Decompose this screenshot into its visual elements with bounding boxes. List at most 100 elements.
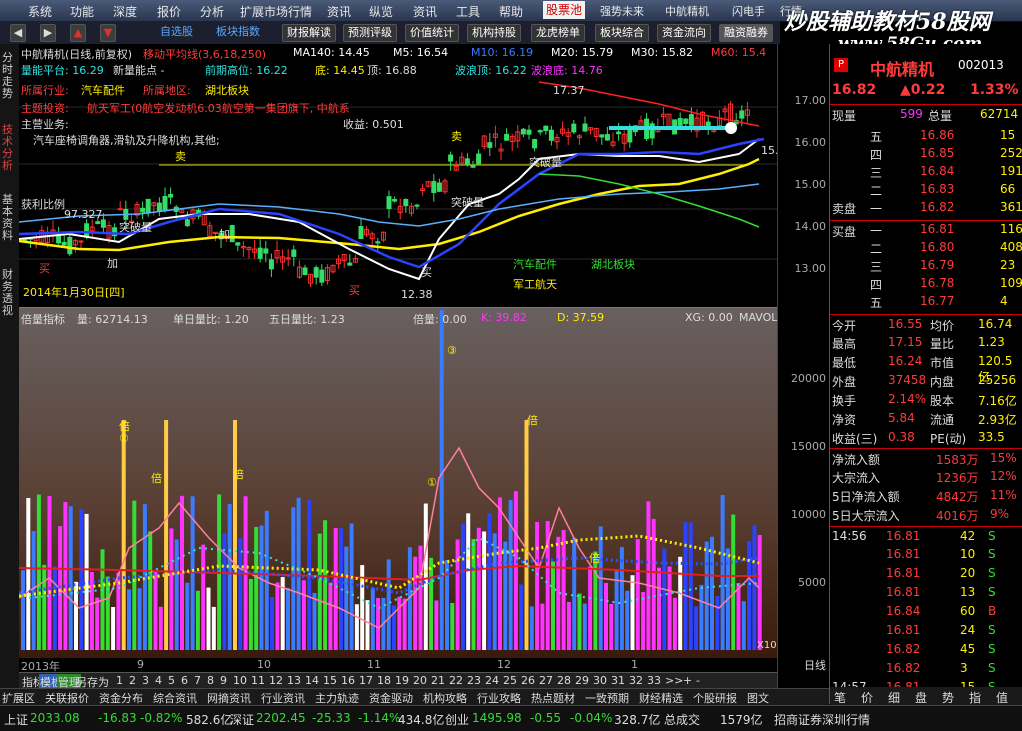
ind-tab-12[interactable]: 9 [219, 674, 228, 687]
ind-tab-22[interactable]: 19 [394, 674, 410, 687]
quote-bottom-tab-2[interactable]: 细 [888, 689, 900, 706]
ind-tab-6[interactable]: 3 [141, 674, 150, 687]
menu-extra-2[interactable]: 中航精机 [665, 3, 709, 19]
menu-info[interactable]: 资讯 [327, 3, 351, 20]
ind-tab-10[interactable]: 7 [193, 674, 202, 687]
quote-bottom-tab-6[interactable]: 值 [996, 689, 1008, 706]
quote-bottom-tab-4[interactable]: 势 [942, 689, 954, 706]
ind-tab-21[interactable]: 18 [376, 674, 392, 687]
toolbar-fund-flow[interactable]: 资金流向 [657, 24, 711, 42]
ind-tab-39[interactable]: - [695, 674, 701, 687]
quote-bottom-tab-1[interactable]: 价 [861, 689, 873, 706]
ind-tab-4[interactable]: 1 [115, 674, 124, 687]
toolbar-sector-index[interactable]: 板块指数 [212, 24, 264, 40]
ind-tab-9[interactable]: 6 [180, 674, 189, 687]
ind-tab-5[interactable]: 2 [128, 674, 137, 687]
bottom-tab-8[interactable]: 机构攻略 [423, 690, 467, 706]
menu-overview[interactable]: 纵览 [369, 3, 393, 20]
ind-tab-20[interactable]: 17 [358, 674, 374, 687]
ind-tab-30[interactable]: 27 [538, 674, 554, 687]
bottom-tab-0[interactable]: 扩展区 [2, 690, 35, 706]
ind-tab-17[interactable]: 14 [304, 674, 320, 687]
bottom-tab-10[interactable]: 热点题材 [531, 690, 575, 706]
toolbar-sector-summary[interactable]: 板块综合 [595, 24, 649, 42]
quote-bottom-tab-3[interactable]: 盘 [915, 689, 927, 706]
ind-tab-7[interactable]: 4 [154, 674, 163, 687]
tab-technical[interactable]: 技术分析 [2, 124, 16, 172]
tab-financials[interactable]: 财务透视 [2, 269, 16, 317]
menu-function[interactable]: 功能 [70, 3, 94, 20]
ind-tab-34[interactable]: 31 [610, 674, 626, 687]
bottom-tab-5[interactable]: 行业资讯 [261, 690, 305, 706]
bottom-tab-3[interactable]: 综合资讯 [153, 690, 197, 706]
ind-tab-13[interactable]: 10 [232, 674, 248, 687]
ind-tab-14[interactable]: 11 [250, 674, 266, 687]
menu-tools[interactable]: 工具 [456, 3, 480, 20]
ind-tab-27[interactable]: 24 [484, 674, 500, 687]
ind-tab-18[interactable]: 15 [322, 674, 338, 687]
kd-k-value: K: 39.82 [481, 311, 527, 324]
ind-tab-29[interactable]: 26 [520, 674, 536, 687]
ind-tab-38[interactable]: + [682, 674, 693, 687]
bottom-tab-4[interactable]: 网摘资讯 [207, 690, 251, 706]
nav-left-button[interactable]: ◀ [10, 24, 26, 42]
broker-name[interactable]: 招商证券深圳行情 [774, 711, 870, 728]
ind-tab-35[interactable]: 32 [628, 674, 644, 687]
menu-help[interactable]: 帮助 [499, 3, 523, 20]
bottom-tab-11[interactable]: 一致预期 [585, 690, 629, 706]
stat-label: PE(动) [930, 432, 967, 446]
ind-tab-11[interactable]: 8 [206, 674, 215, 687]
toolbar-watchlist[interactable]: 自选股 [156, 24, 197, 40]
toolbar-margin[interactable]: 融资融券 [719, 24, 773, 42]
bottom-tab-9[interactable]: 行业攻略 [477, 690, 521, 706]
ind-tab-15[interactable]: 12 [268, 674, 284, 687]
stock-pool-button[interactable]: 股票池 [543, 1, 586, 19]
ind-tab-36[interactable]: 33 [646, 674, 662, 687]
menu-quote[interactable]: 报价 [157, 3, 181, 20]
sell-volume: 252 [1000, 146, 1022, 160]
volume-chart-panel[interactable]: 倍量指标 量: 62714.13 单日量比: 1.20 五日量比: 1.23 倍… [19, 308, 777, 658]
ind-tab-31[interactable]: 28 [556, 674, 572, 687]
ind-tab-26[interactable]: 23 [466, 674, 482, 687]
ind-tab-19[interactable]: 16 [340, 674, 356, 687]
ind-tab-23[interactable]: 20 [412, 674, 428, 687]
tab-fundamentals[interactable]: 基本资料 [2, 194, 16, 242]
menu-analysis[interactable]: 分析 [200, 3, 224, 20]
toolbar-report[interactable]: 财报解读 [282, 24, 336, 42]
volume-bar [275, 582, 280, 650]
nav-up-button[interactable]: ▲ [70, 24, 86, 42]
ind-tab-24[interactable]: 21 [430, 674, 446, 687]
ind-tab-28[interactable]: 25 [502, 674, 518, 687]
toolbar-institution[interactable]: 机构持股 [467, 24, 521, 42]
ind-tab-33[interactable]: 30 [592, 674, 608, 687]
nav-right-button[interactable]: ▶ [40, 24, 56, 42]
menu-news[interactable]: 资讯 [413, 3, 437, 20]
menu-extended-market[interactable]: 扩展市场行情 [240, 3, 312, 20]
quote-bottom-tab-5[interactable]: 指 [969, 689, 981, 706]
bottom-tab-13[interactable]: 个股研报 [693, 690, 737, 706]
menu-extra-1[interactable]: 强势未来 [600, 3, 644, 19]
chart-indicator[interactable]: 移动平均线(3,6,18,250) [143, 46, 266, 62]
bottom-tab-1[interactable]: 关联报价 [45, 690, 89, 706]
bottom-tab-14[interactable]: 图文 [747, 690, 769, 706]
ind-tab-25[interactable]: 22 [448, 674, 464, 687]
bottom-tab-12[interactable]: 财经精选 [639, 690, 683, 706]
sector-label-2: 湖北板块 [591, 258, 635, 271]
menu-system[interactable]: 系统 [28, 3, 52, 20]
ind-tab-8[interactable]: 5 [167, 674, 176, 687]
quote-bottom-tab-0[interactable]: 笔 [834, 689, 846, 706]
bottom-tab-2[interactable]: 资金分布 [99, 690, 143, 706]
menu-extra-3[interactable]: 闪电手 [732, 3, 765, 19]
ind-tab-32[interactable]: 29 [574, 674, 590, 687]
toolbar-value[interactable]: 价值统计 [405, 24, 459, 42]
toolbar-rating[interactable]: 预测评级 [343, 24, 397, 42]
bottom-tab-7[interactable]: 资金驱动 [369, 690, 413, 706]
ind-tab-16[interactable]: 13 [286, 674, 302, 687]
period-label[interactable]: 日线 [804, 657, 826, 673]
toolbar-dragon-tiger[interactable]: 龙虎榜单 [531, 24, 585, 42]
nav-down-button[interactable]: ▼ [100, 24, 116, 42]
tab-intraday[interactable]: 分时走势 [2, 52, 16, 100]
bottom-tab-6[interactable]: 主力轨迹 [315, 690, 359, 706]
kline-chart-panel[interactable]: 中航精机(日线,前复权) 移动平均线(3,6,18,250) MA140: 14… [19, 44, 786, 307]
menu-depth[interactable]: 深度 [113, 3, 137, 20]
